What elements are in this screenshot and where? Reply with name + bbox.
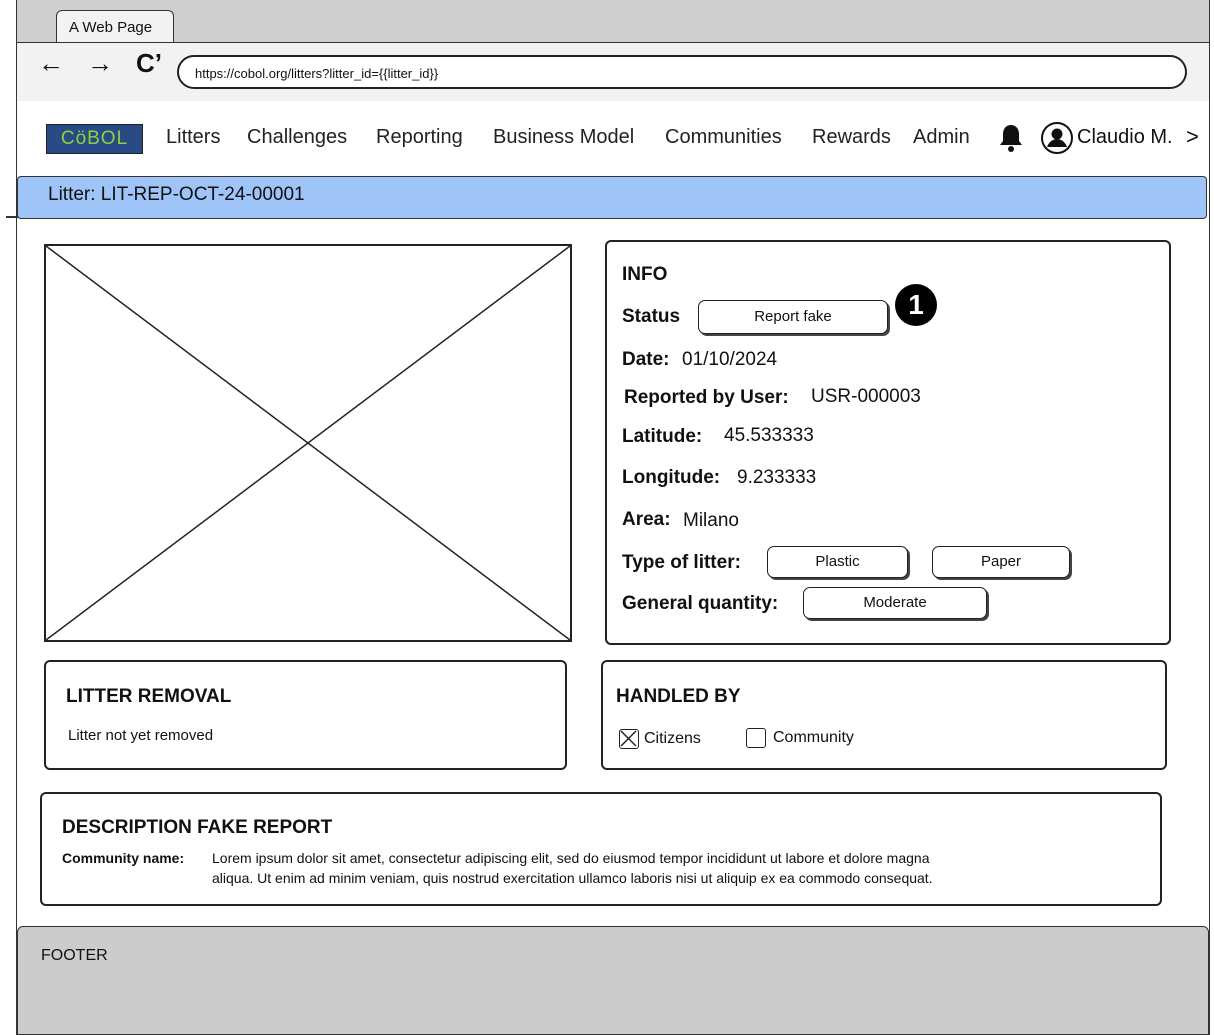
url-bar[interactable]: https://cobol.org/litters?litter_id={{li…: [177, 55, 1187, 89]
citizens-label: Citizens: [644, 730, 701, 747]
nav-item-rewards[interactable]: Rewards: [812, 126, 891, 149]
description-title: DESCRIPTION FAKE REPORT: [62, 817, 333, 838]
quantity-moderate[interactable]: Moderate: [803, 587, 987, 619]
litter-id-title: Litter: LIT-REP-OCT-24-00001: [48, 184, 305, 205]
area-label: Area:: [622, 509, 671, 530]
type-of-litter-label: Type of litter:: [622, 552, 741, 573]
info-title: INFO: [622, 264, 668, 285]
longitude-value: 9.233333: [737, 467, 817, 488]
chevron-right-icon[interactable]: >: [1186, 124, 1199, 150]
arrow-right-icon[interactable]: →: [87, 50, 113, 76]
litter-removal-status: Litter not yet removed: [68, 727, 214, 744]
footer-label: FOOTER: [41, 947, 108, 964]
arrow-left-icon[interactable]: ←: [38, 50, 64, 76]
browser-tab[interactable]: A Web Page: [56, 10, 174, 42]
litter-type-plastic[interactable]: Plastic: [767, 546, 908, 578]
community-name-label: Community name:: [62, 850, 185, 866]
nav-item-communities[interactable]: Communities: [665, 126, 782, 149]
description-line-2: aliqua. Ut enim ad minim veniam, quis no…: [212, 870, 933, 886]
nav-item-admin[interactable]: Admin: [913, 126, 970, 149]
handled-by-card: [601, 660, 1167, 770]
nav-item-challenges[interactable]: Challenges: [247, 126, 347, 149]
litter-image-placeholder: [44, 244, 572, 642]
community-checkbox[interactable]: [746, 728, 766, 748]
divider: [6, 216, 18, 218]
cobol-logo[interactable]: CöBOL: [46, 124, 143, 154]
user-avatar-icon[interactable]: [1040, 121, 1074, 160]
date-value: 01/10/2024: [682, 349, 778, 370]
reported-by-label: Reported by User:: [624, 387, 789, 408]
report-fake-button[interactable]: Report fake: [698, 300, 888, 334]
nav-item-reporting[interactable]: Reporting: [376, 126, 463, 149]
annotation-marker: 1: [895, 284, 937, 326]
nav-item-business-model[interactable]: Business Model: [493, 126, 634, 149]
latitude-value: 45.533333: [724, 425, 814, 446]
date-label: Date:: [622, 349, 670, 370]
handled-by-title: HANDLED BY: [616, 686, 741, 707]
reload-icon[interactable]: C’: [136, 50, 162, 76]
description-line-1: Lorem ipsum dolor sit amet, consectetur …: [212, 850, 930, 866]
nav-item-litters[interactable]: Litters: [166, 126, 220, 149]
citizens-checkbox[interactable]: [619, 729, 639, 749]
bell-icon[interactable]: [996, 122, 1026, 159]
reported-by-value: USR-000003: [811, 386, 921, 407]
latitude-label: Latitude:: [622, 426, 703, 447]
litter-removal-title: LITTER REMOVAL: [66, 686, 232, 707]
community-label: Community: [773, 729, 854, 746]
footer: [17, 926, 1209, 1035]
description-card: [40, 792, 1162, 906]
longitude-label: Longitude:: [622, 467, 721, 488]
area-value: Milano: [683, 510, 739, 531]
litter-removal-card: [44, 660, 567, 770]
general-quantity-label: General quantity:: [622, 593, 779, 614]
litter-type-paper[interactable]: Paper: [932, 546, 1070, 578]
user-name[interactable]: Claudio M.: [1077, 126, 1173, 149]
status-label: Status: [622, 306, 681, 327]
